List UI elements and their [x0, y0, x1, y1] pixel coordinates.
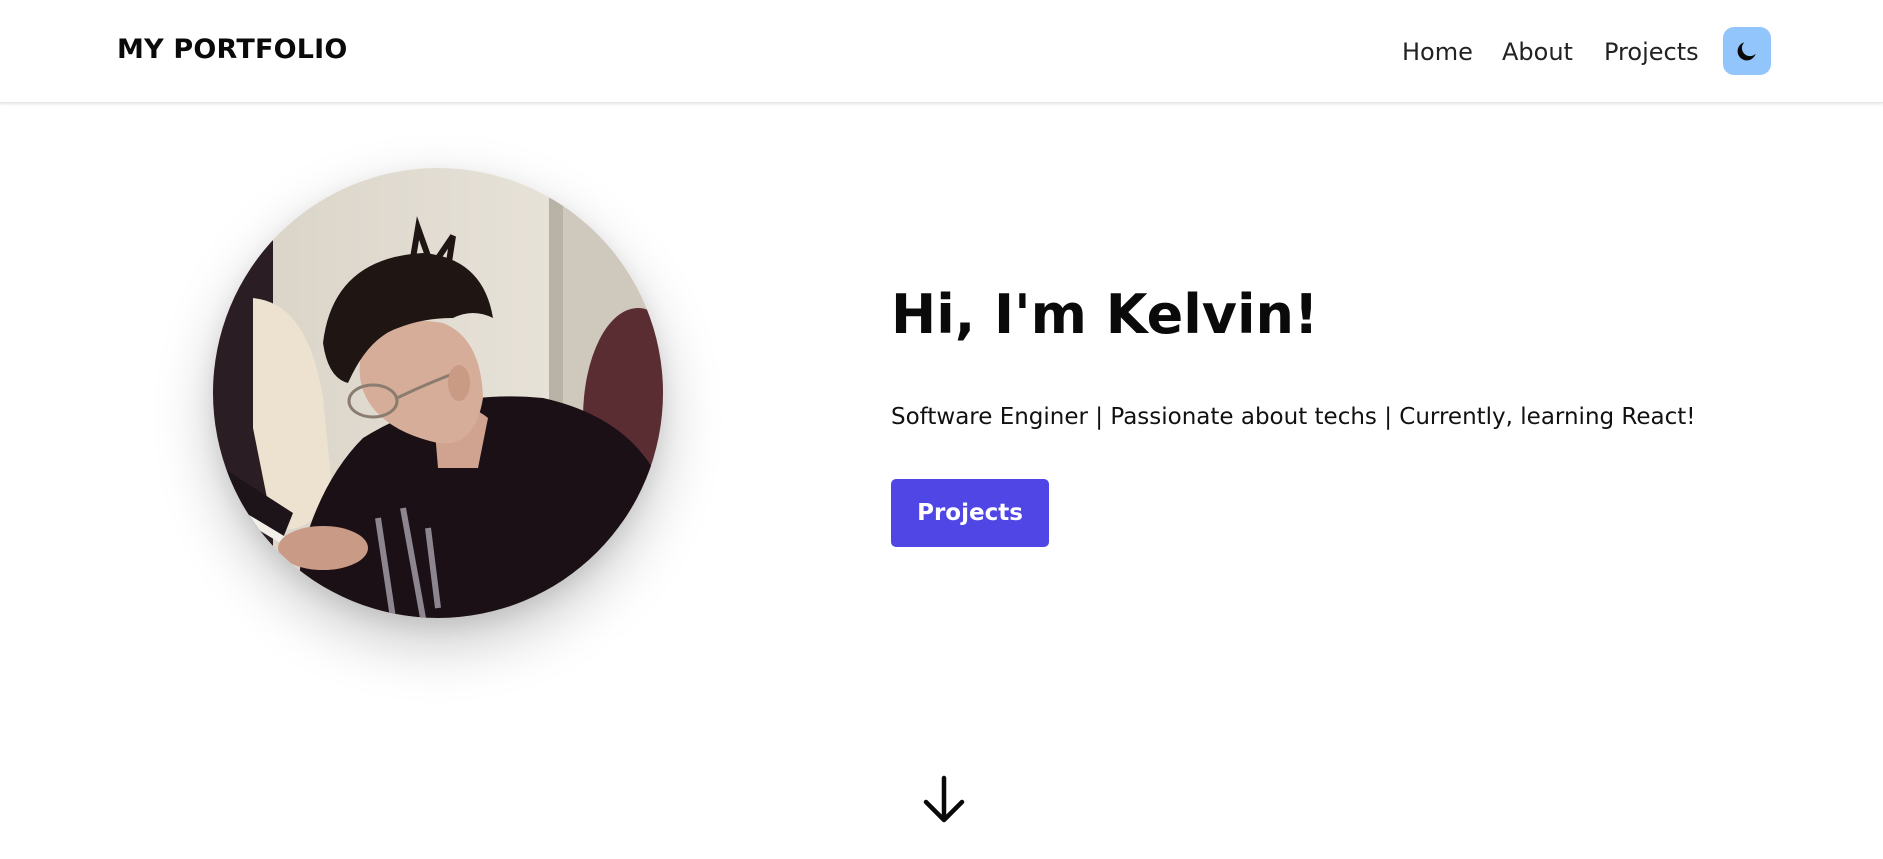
portfolio-page: MY PORTFOLIO Home About Projects Hi, I'm…	[0, 0, 1883, 859]
profile-photo	[213, 168, 663, 618]
top-navbar: MY PORTFOLIO Home About Projects	[0, 0, 1883, 103]
nav-link-projects[interactable]: Projects	[1604, 38, 1699, 68]
theme-toggle-button[interactable]	[1723, 27, 1771, 75]
nav-link-about[interactable]: About	[1502, 38, 1573, 68]
hero-subtitle: Software Enginer | Passionate about tech…	[891, 404, 1696, 430]
projects-button[interactable]: Projects	[891, 479, 1049, 547]
brand-logo-text[interactable]: MY PORTFOLIO	[117, 34, 348, 65]
nav-link-home[interactable]: Home	[1402, 38, 1473, 68]
arrow-down-icon	[923, 775, 965, 823]
hero-title: Hi, I'm Kelvin!	[891, 283, 1319, 346]
scroll-down-button[interactable]	[922, 775, 966, 825]
moon-icon	[1737, 42, 1756, 61]
